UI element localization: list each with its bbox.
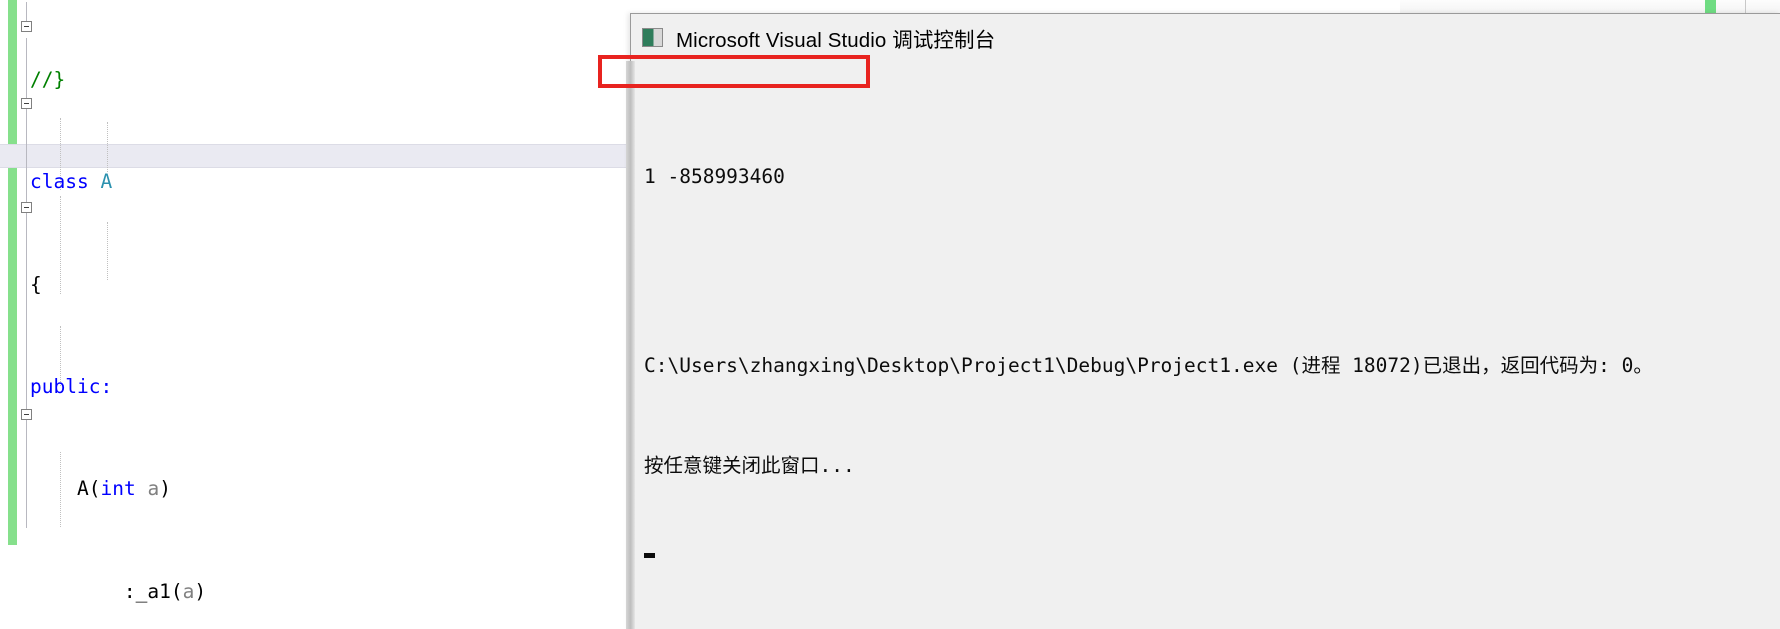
paren-open: ( (88, 477, 101, 501)
param-a: a (147, 477, 160, 501)
console-window[interactable]: Microsoft Visual Studio 调试控制台 1 -8589934… (626, 13, 1780, 629)
console-program-output: 1 -858993460 (644, 165, 785, 188)
code-line: A(int a) (0, 476, 629, 502)
console-title-bar[interactable]: Microsoft Visual Studio 调试控制台 (631, 14, 1780, 61)
kw-public: public: (30, 374, 113, 398)
console-output-area[interactable]: 1 -858993460 C:\Users\zhangxing\Desktop\… (626, 61, 1780, 629)
console-prompt-message: 按任意键关闭此窗口... (644, 454, 855, 477)
paren-close: ) (159, 477, 171, 501)
console-app-icon (642, 28, 663, 47)
console-scrollbar[interactable] (626, 61, 635, 629)
scrollbar-separator (1745, 0, 1746, 14)
console-title-text: Microsoft Visual Studio 调试控制台 (676, 28, 996, 52)
type-name-A: A (100, 170, 113, 194)
code-line-comment: //} (30, 67, 66, 91)
brace-open-class: { (30, 272, 42, 296)
editor-top-scrollbar-track[interactable] (1400, 0, 1780, 14)
kw-class: class (30, 170, 89, 194)
code-line: { (0, 272, 629, 298)
code-line: public: (0, 374, 629, 400)
ctor-name: A (76, 477, 89, 501)
console-cursor (644, 553, 655, 558)
scrollbar-change-marker (1705, 0, 1716, 14)
init-a1: :_a1( (123, 579, 183, 603)
code-line: class A (0, 169, 629, 195)
init-a1-arg: a (182, 579, 195, 603)
console-exit-message: C:\Users\zhangxing\Desktop\Project1\Debu… (644, 354, 1653, 377)
init-a1-end: ) (194, 579, 207, 603)
red-highlight-box (598, 55, 870, 88)
screenshot-root: //} class A { public: A(int a) :_a1(a) ,… (0, 0, 1780, 629)
code-line: :_a1(a) (0, 579, 629, 605)
code-line: //} (0, 67, 629, 93)
code-text[interactable]: //} class A { public: A(int a) :_a1(a) ,… (0, 0, 629, 629)
kw-int: int (100, 477, 136, 501)
